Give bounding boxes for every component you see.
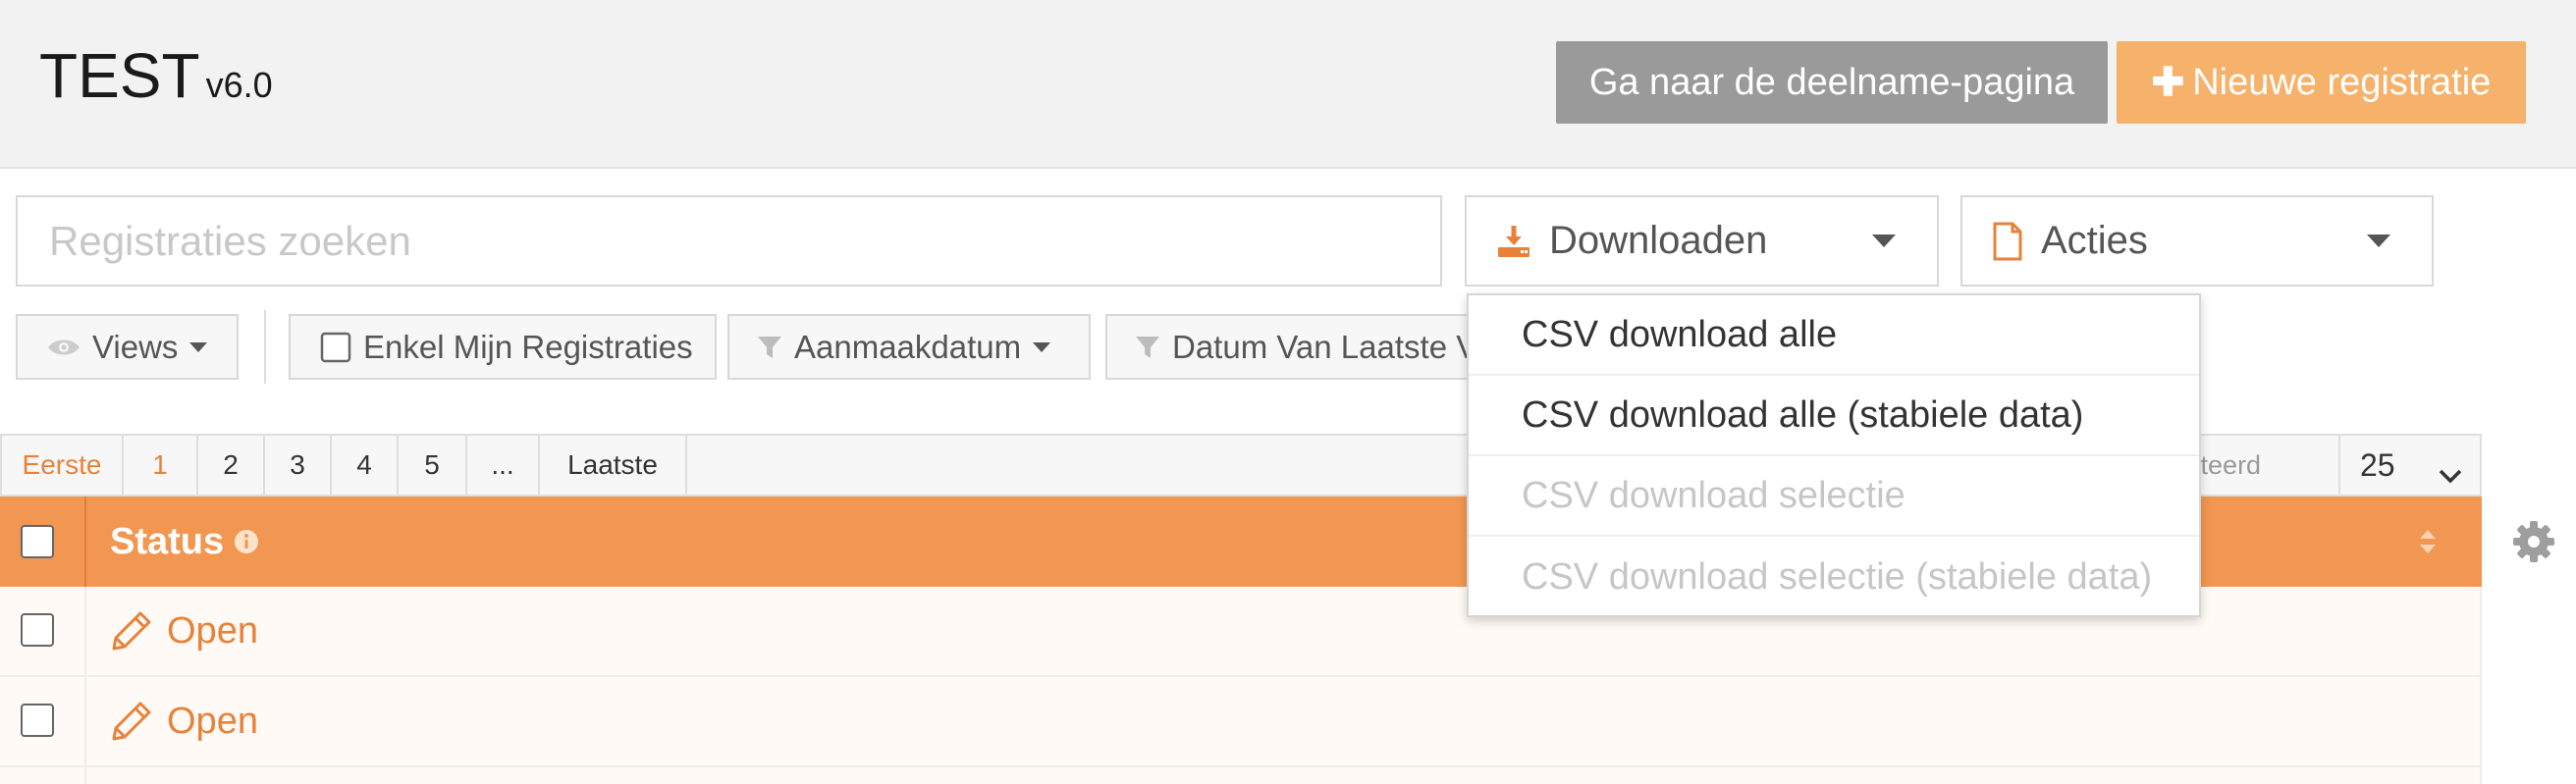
status-column-label: Status: [110, 520, 225, 562]
page-number: 4: [356, 449, 372, 480]
row-select-cell: [0, 767, 86, 784]
row-status-text: Open: [167, 609, 258, 652]
menu-item-label: CSV download selectie (stabiele data): [1522, 555, 2153, 598]
new-registration-label: Nieuwe registratie: [2192, 61, 2492, 103]
eye-icon: [47, 337, 80, 358]
search-input[interactable]: [16, 195, 1442, 287]
page-size-value: 25: [2360, 446, 2395, 483]
creation-date-filter[interactable]: Aanmaakdatum: [727, 314, 1091, 380]
row-status-text: Open: [167, 700, 258, 742]
page-number: 3: [290, 449, 305, 480]
page-number: ...: [491, 449, 514, 480]
pencil-icon: [110, 700, 153, 743]
my-registrations-label: Enkel Mijn Registraties: [363, 328, 693, 365]
select-all-cell: [0, 497, 86, 587]
row-select-cell: [0, 677, 86, 765]
file-icon: [1992, 222, 2023, 261]
last-date-label: Datum Van Laatste V: [1172, 328, 1471, 365]
page-ellipsis[interactable]: ...: [467, 436, 540, 495]
row-status-link[interactable]: Open: [110, 587, 258, 675]
actions-dropdown[interactable]: Acties: [1960, 195, 2434, 287]
table-row[interactable]: Open: [0, 677, 2482, 767]
page-number: 2: [223, 449, 239, 480]
page-last-label: Laatste: [567, 449, 658, 480]
chevron-down-icon: [1872, 235, 1896, 247]
csv-download-selection-item: CSV download selectie: [1469, 456, 2199, 537]
chevron-down-icon: [2439, 455, 2462, 492]
page-link-1[interactable]: 1: [124, 436, 198, 495]
filter-icon: [757, 335, 782, 360]
creation-date-label: Aanmaakdatum: [794, 328, 1022, 365]
pencil-icon: [110, 609, 153, 653]
page-header: TEST v6.0 Ga naar de deelname-pagina ✚ Ni…: [0, 0, 2576, 169]
status-column-header[interactable]: Status: [110, 497, 259, 587]
download-icon: [1496, 224, 1531, 259]
chevron-down-icon: [2367, 235, 2390, 247]
my-registrations-filter[interactable]: Enkel Mijn Registraties: [289, 314, 717, 380]
page-number: 1: [152, 449, 168, 480]
menu-item-label: CSV download alle: [1522, 313, 1838, 355]
row-status-link[interactable]: Open: [110, 677, 258, 765]
actions-label: Acties: [2041, 219, 2148, 262]
menu-item-label: CSV download selectie: [1522, 474, 1905, 516]
participation-page-button[interactable]: Ga naar de deelname-pagina: [1556, 41, 2108, 124]
filter-divider: [264, 310, 266, 384]
row-checkbox[interactable]: [21, 704, 54, 737]
checkbox-icon[interactable]: [320, 332, 351, 363]
row-checkbox[interactable]: [21, 613, 54, 647]
views-label: Views: [92, 328, 179, 365]
download-menu: CSV download alle CSV download alle (sta…: [1467, 293, 2201, 617]
app-version: v6.0: [205, 65, 273, 105]
caret-down-icon: [1033, 341, 1051, 352]
download-dropdown[interactable]: Downloaden: [1465, 195, 1939, 287]
plus-icon: ✚: [2151, 61, 2185, 104]
page-link-3[interactable]: 3: [265, 436, 332, 495]
page-size-select[interactable]: 25: [2338, 436, 2484, 495]
download-label: Downloaden: [1549, 219, 1768, 262]
new-registration-button[interactable]: ✚ Nieuwe registratie: [2117, 41, 2526, 124]
caret-down-icon: [189, 341, 208, 352]
views-dropdown[interactable]: Views: [16, 314, 239, 380]
info-icon[interactable]: [234, 529, 259, 554]
csv-download-all-item[interactable]: CSV download alle: [1469, 295, 2199, 376]
table-row[interactable]: [0, 767, 2482, 784]
select-all-checkbox[interactable]: [21, 525, 54, 558]
filter-icon: [1135, 335, 1160, 360]
page-link-5[interactable]: 5: [399, 436, 467, 495]
page-number: 5: [424, 449, 440, 480]
gear-icon[interactable]: [2512, 520, 2555, 568]
row-select-cell: [0, 587, 86, 675]
csv-download-all-stable-item[interactable]: CSV download alle (stabiele data): [1469, 376, 2199, 456]
participation-page-label: Ga naar de deelname-pagina: [1588, 61, 2075, 103]
menu-item-label: CSV download alle (stabiele data): [1522, 393, 2084, 436]
page-first-label: Eerste: [22, 449, 102, 480]
app-title: TEST v6.0: [39, 39, 273, 112]
page-link-4[interactable]: 4: [332, 436, 399, 495]
sort-icon[interactable]: [2418, 528, 2438, 560]
csv-download-selection-stable-item: CSV download selectie (stabiele data): [1469, 537, 2199, 617]
app-title-text: TEST: [39, 40, 200, 111]
page-last-link[interactable]: Laatste: [540, 436, 687, 495]
page-link-2[interactable]: 2: [198, 436, 265, 495]
page-first-link[interactable]: Eerste: [2, 436, 124, 495]
last-date-filter[interactable]: Datum Van Laatste V: [1105, 314, 1471, 380]
